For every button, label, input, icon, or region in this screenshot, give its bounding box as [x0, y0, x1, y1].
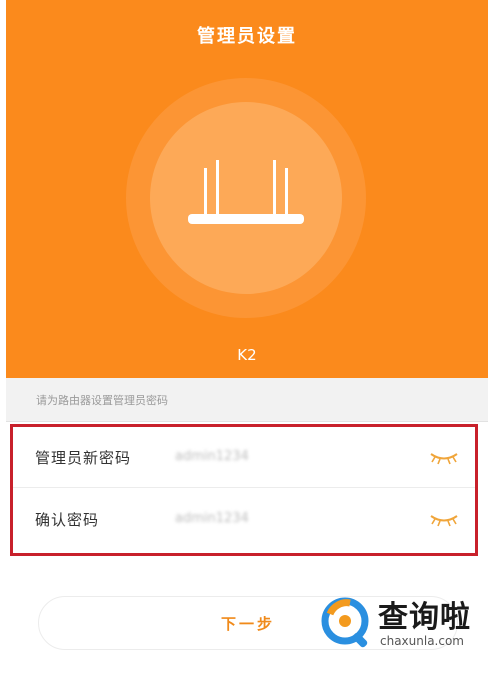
- eye-closed-icon[interactable]: [429, 511, 459, 527]
- router-icon: [188, 160, 304, 224]
- watermark: 查询啦 chaxunla.com: [318, 590, 494, 674]
- eye-closed-icon[interactable]: [429, 449, 459, 465]
- password-form: 管理员新密码 admin1234 确认密码 admin1234: [10, 424, 478, 556]
- watermark-name: 查询啦: [378, 600, 471, 635]
- confirm-password-input[interactable]: admin1234: [175, 511, 249, 526]
- hint-text: 请为路由器设置管理员密码: [36, 394, 168, 407]
- page-title: 管理员设置: [197, 26, 297, 47]
- watermark-domain: chaxunla.com: [380, 634, 464, 648]
- new-password-label: 管理员新密码: [35, 449, 132, 467]
- hint-bar: 请为路由器设置管理员密码: [6, 378, 488, 422]
- search-icon: [321, 597, 369, 648]
- confirm-password-label: 确认密码: [35, 511, 100, 529]
- device-model: K2: [237, 346, 257, 364]
- confirm-password-row[interactable]: 确认密码 admin1234: [13, 489, 475, 550]
- new-password-row[interactable]: 管理员新密码 admin1234: [13, 427, 475, 488]
- new-password-input[interactable]: admin1234: [175, 449, 249, 464]
- hero-banner: 管理员设置 K2: [6, 0, 488, 378]
